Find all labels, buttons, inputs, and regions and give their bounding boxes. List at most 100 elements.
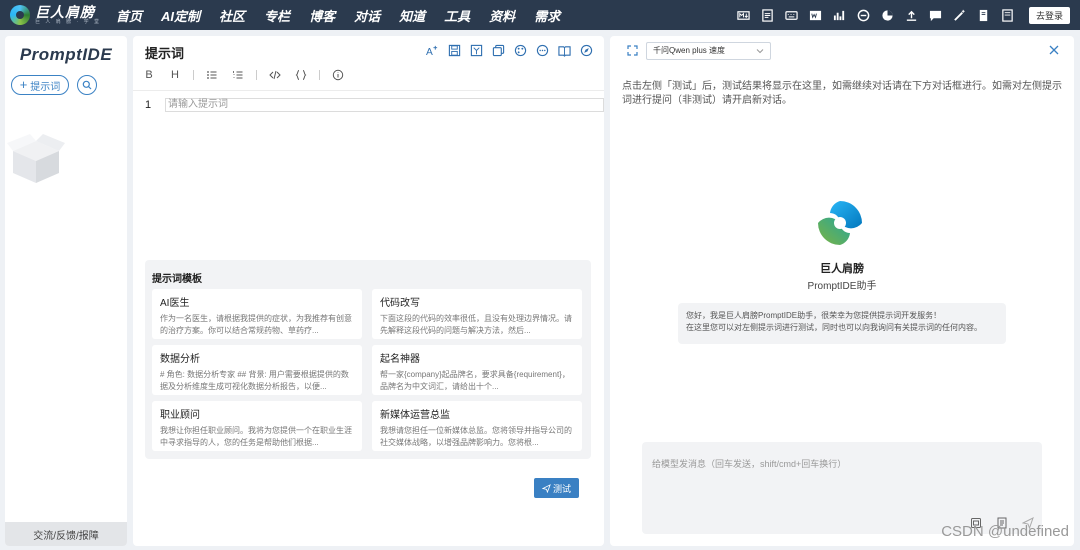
add-prompt-label: 提示词: [30, 81, 61, 93]
send-icon: [541, 483, 551, 493]
search-button[interactable]: [77, 75, 97, 95]
expand-icon[interactable]: [627, 45, 638, 56]
save-icon[interactable]: [448, 44, 461, 57]
template-desc: 我想请您担任一位新媒体总监。您将领导并指导公司的社交媒体战略，以增强品牌影响力。…: [380, 426, 572, 447]
toolbar-divider: [319, 70, 320, 80]
chevron-down-icon: [756, 49, 764, 54]
template-card[interactable]: 新媒体运营总监 我想请您担任一位新媒体总监。您将领导并指导公司的社交媒体战略，以…: [372, 401, 582, 451]
book-icon[interactable]: [558, 44, 571, 57]
ai-icon[interactable]: A: [426, 44, 439, 57]
magic-wand-icon[interactable]: [953, 9, 966, 22]
nav-item-know[interactable]: 知道: [399, 6, 425, 25]
login-button[interactable]: 去登录: [1028, 6, 1070, 24]
nav-item-blog[interactable]: 博客: [309, 6, 335, 25]
chat-hint: 点击左侧「测试」后，测试结果将显示在这里，如需继续对话请在下方对话框进行。如需对…: [622, 81, 1062, 106]
ordered-list-icon[interactable]: [230, 68, 246, 82]
brand-title: PromptIDE: [19, 45, 113, 64]
template-name: 起名神器: [380, 354, 420, 365]
template-name: AI医生: [160, 298, 190, 309]
toolbar-divider-line: [133, 90, 604, 91]
template-card[interactable]: AI医生 作为一名医生，请根据我提供的症状，为我推荐有创意的治疗方案。你可以结合…: [152, 289, 362, 339]
book-icon[interactable]: [977, 9, 990, 22]
chat-icon[interactable]: [929, 9, 942, 22]
nav-item-home[interactable]: 首页: [116, 6, 142, 25]
editor-title: 提示词: [145, 46, 185, 61]
toolbar-divider: [256, 70, 257, 80]
top-nav: 巨人肩膀 巨 人 肩 膀 · 学 堂 首页 AI定制 社区 专栏 博客 对话 知…: [0, 0, 1080, 30]
keyboard-icon[interactable]: [785, 9, 798, 22]
logo[interactable]: 巨人肩膀 巨 人 肩 膀 · 学 堂: [10, 5, 106, 26]
assistant-name: 巨人肩膀: [820, 263, 864, 275]
assistant-logo-icon: [818, 201, 862, 245]
prompt-editor: 提示词 A B H 1 请输入提示词 提示词模板 AI医生 作为一名医生，请根据…: [133, 36, 604, 546]
svg-text:A: A: [426, 47, 433, 57]
code-icon[interactable]: [267, 68, 283, 82]
compass-icon[interactable]: [580, 44, 593, 57]
nav-item-resources[interactable]: 资料: [489, 6, 515, 25]
format-bar: B H: [141, 68, 356, 82]
template-panel: 提示词模板 AI医生 作为一名医生，请根据我提供的症状，为我推荐有创意的治疗方案…: [145, 260, 591, 459]
model-select[interactable]: 千问Qwen plus 速度: [646, 42, 771, 60]
template-name: 新媒体运营总监: [380, 410, 450, 421]
upload-icon[interactable]: [905, 9, 918, 22]
bullet-list-icon[interactable]: [204, 68, 220, 82]
nav-item-ai-custom[interactable]: AI定制: [161, 6, 200, 25]
test-button-label: 测试: [552, 483, 571, 494]
logo-mark-icon: [10, 5, 30, 25]
format-icon[interactable]: [470, 44, 483, 57]
heading-button[interactable]: H: [167, 68, 183, 82]
copy-icon[interactable]: [492, 44, 505, 57]
edge-icon[interactable]: [857, 9, 870, 22]
nav-item-column[interactable]: 专栏: [264, 6, 290, 25]
note-icon[interactable]: [1001, 8, 1014, 22]
prompt-input[interactable]: 请输入提示词: [165, 98, 604, 112]
document-icon[interactable]: [761, 8, 774, 22]
more-icon[interactable]: [536, 44, 549, 57]
search-icon: [82, 80, 92, 90]
template-card[interactable]: 起名神器 帮一家{company}起品牌名，要求具备{requirement}，…: [372, 345, 582, 395]
nav-item-demand[interactable]: 需求: [534, 6, 560, 25]
info-icon[interactable]: [330, 68, 346, 82]
watermark: CSDN @undefined: [941, 523, 1069, 540]
template-desc: 我想让你担任职业顾问。我将为您提供一个在职业生涯中寻求指导的人，您的任务是帮助他…: [160, 426, 352, 447]
logo-subtitle: 巨 人 肩 膀 · 学 堂: [35, 18, 102, 25]
braces-icon[interactable]: [293, 68, 309, 82]
main-nav: 首页 AI定制 社区 专栏 博客 对话 知道 工具 资料 需求: [116, 6, 579, 25]
template-panel-title: 提示词模板: [152, 274, 202, 285]
empty-box-icon: [7, 134, 65, 183]
pie-icon[interactable]: [881, 9, 894, 22]
nav-item-tools[interactable]: 工具: [444, 6, 470, 25]
assistant-subtitle: PromptIDE助手: [807, 281, 877, 292]
test-button[interactable]: 测试: [534, 478, 579, 498]
bold-button[interactable]: B: [141, 68, 157, 82]
palette-icon[interactable]: [514, 44, 527, 57]
template-desc: 下面这段的代码的效率很低，且没有处理边界情况。请先解释这段代码的问题与解决方法，…: [380, 314, 572, 335]
template-card[interactable]: 职业顾问 我想让你担任职业顾问。我将为您提供一个在职业生涯中寻求指导的人，您的任…: [152, 401, 362, 451]
word-icon[interactable]: [809, 9, 822, 22]
add-prompt-button[interactable]: + 提示词: [11, 75, 69, 95]
plus-icon: +: [19, 77, 28, 92]
editor-toolbar: A: [417, 44, 593, 57]
template-name: 职业顾问: [160, 410, 200, 421]
chart-icon[interactable]: [833, 9, 846, 22]
template-name: 数据分析: [160, 354, 200, 365]
welcome-line: 在这里您可以对左侧提示词进行测试，同时也可以向我询问有关提示词的任何内容。: [686, 323, 982, 332]
chat-input[interactable]: 给模型发消息（回车发送，shift/cmd+回车换行）: [642, 442, 1042, 534]
template-name: 代码改写: [380, 298, 420, 309]
template-card[interactable]: 代码改写 下面这段的代码的效率很低，且没有处理边界情况。请先解释这段代码的问题与…: [372, 289, 582, 339]
markdown-icon[interactable]: [737, 9, 750, 22]
template-card[interactable]: 数据分析 # 角色: 数据分析专家 ## 背景: 用户需要根据提供的数据及分析维…: [152, 345, 362, 395]
template-desc: # 角色: 数据分析专家 ## 背景: 用户需要根据提供的数据及分析维度生成可视…: [160, 370, 349, 391]
template-desc: 帮一家{company}起品牌名，要求具备{requirement}，品牌名为中…: [380, 370, 570, 391]
line-number: 1: [145, 99, 152, 111]
close-icon[interactable]: [1049, 45, 1059, 55]
chat-panel: 千问Qwen plus 速度 点击左侧「测试」后，测试结果将显示在这里，如需继续…: [610, 36, 1074, 546]
nav-item-chat[interactable]: 对话: [354, 6, 380, 25]
chat-input-placeholder: 给模型发消息（回车发送，shift/cmd+回车换行）: [652, 459, 847, 469]
feedback-link[interactable]: 交流/反馈/报障: [5, 522, 127, 546]
model-select-value: 千问Qwen plus 速度: [653, 46, 726, 55]
welcome-message: 您好，我是巨人肩膀PromptIDE助手，很荣幸为您提供提示词开发服务！ 在这里…: [678, 303, 1006, 344]
welcome-line: 您好，我是巨人肩膀PromptIDE助手，很荣幸为您提供提示词开发服务！: [686, 311, 942, 320]
nav-item-community[interactable]: 社区: [219, 6, 245, 25]
logo-name: 巨人肩膀: [35, 3, 95, 20]
